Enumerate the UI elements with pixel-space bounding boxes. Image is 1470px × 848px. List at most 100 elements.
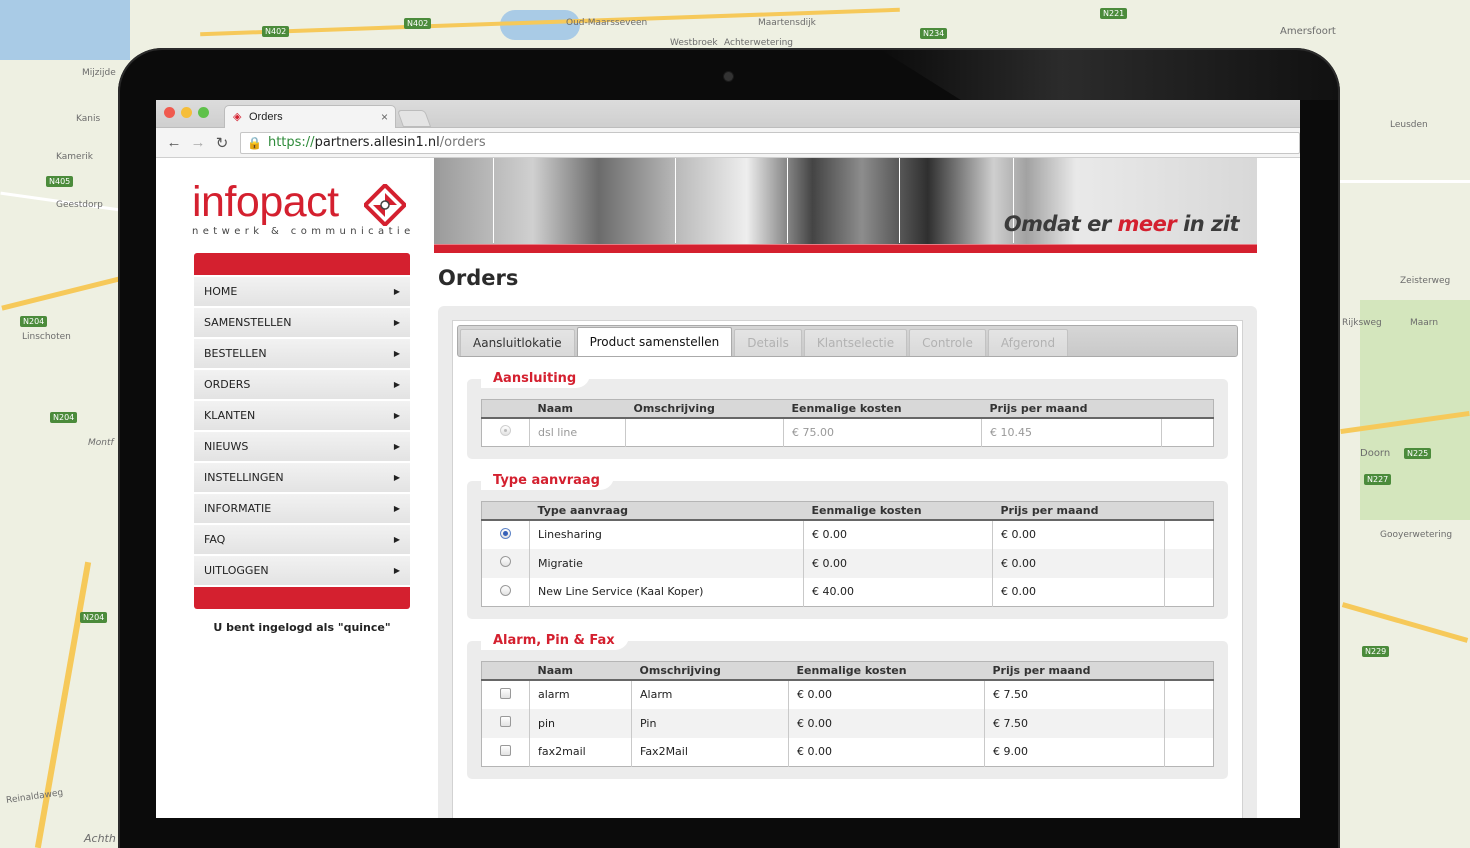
- tab-klantselectie: Klantselectie: [803, 329, 908, 356]
- select-cell: [482, 578, 530, 607]
- close-tab-icon[interactable]: ×: [381, 110, 388, 124]
- checkbox-fax2mail[interactable]: [500, 744, 511, 756]
- table-row[interactable]: pin Pin € 0.00 € 7.50: [481, 708, 1214, 738]
- banner-photo: [434, 158, 494, 243]
- table-row[interactable]: Migratie € 0.00 € 0.00: [481, 548, 1214, 578]
- map-label: Kanis: [76, 114, 101, 124]
- eenmalig-cell: € 75.00: [783, 417, 982, 447]
- empty-cell: [1164, 519, 1214, 549]
- column-header: Prijs per maand: [981, 399, 1162, 419]
- map-label: Zeisterweg: [1400, 276, 1451, 286]
- arrow-right-icon: ▶: [393, 566, 400, 575]
- sidebar-item-label: UITLOGGEN: [204, 564, 269, 577]
- map-water: [0, 0, 130, 60]
- tab-aansluitlokatie[interactable]: Aansluitlokatie: [460, 329, 575, 356]
- radio-button-migratie[interactable]: [500, 556, 511, 567]
- table-row[interactable]: alarm Alarm € 0.00 € 7.50: [482, 679, 1214, 709]
- radio-button-new-line-service[interactable]: [500, 584, 511, 596]
- eenmalig-cell: € 0.00: [788, 679, 985, 709]
- aansluiting-table: Naam Omschrijving Eenmalige kosten Prijs…: [481, 399, 1214, 447]
- arrow-right-icon: ▶: [393, 287, 400, 296]
- logged-in-user-text: U bent ingelogd als "quince": [213, 621, 391, 634]
- radio-button-linesharing[interactable]: [500, 527, 511, 539]
- order-wizard-panel: Aansluitlokatie Product samenstellen Det…: [438, 306, 1257, 818]
- reload-icon[interactable]: ↻: [210, 134, 234, 152]
- browser-tab-orders[interactable]: ◈ Orders ×: [224, 105, 396, 128]
- empty-cell: [1164, 679, 1214, 709]
- table-header-row: Naam Omschrijving Eenmalige kosten Prijs…: [481, 661, 1214, 681]
- section-alarm-pin-fax: Alarm, Pin & Fax Naam Omschrijving Eenma…: [467, 631, 1228, 779]
- radio-button: [500, 425, 511, 437]
- infopact-logo[interactable]: infopact netwerk & communicatie: [192, 180, 416, 237]
- section-type-aanvraag: Type aanvraag Type aanvraag Eenmalige ko…: [467, 471, 1228, 619]
- map-road: [1, 274, 129, 311]
- omschrijving-cell: Alarm: [631, 679, 789, 709]
- road-shield: N402: [404, 18, 432, 29]
- banner-photo: [676, 158, 788, 243]
- table-row[interactable]: fax2mail Fax2Mail € 0.00 € 9.00: [482, 737, 1214, 767]
- maand-cell: € 0.00: [992, 577, 1165, 607]
- column-header: [481, 661, 530, 681]
- table-row[interactable]: Linesharing € 0.00 € 0.00: [482, 519, 1214, 549]
- slogan-text: in zit: [1176, 212, 1239, 236]
- tab-controle: Controle: [909, 329, 986, 356]
- minimize-window-button[interactable]: [181, 107, 192, 118]
- close-window-button[interactable]: [164, 107, 175, 118]
- sidebar-item-bestellen[interactable]: BESTELLEN ▶: [194, 339, 410, 368]
- column-header: [1164, 501, 1214, 521]
- eenmalig-cell: € 0.00: [803, 519, 993, 549]
- slogan-emphasis: meer: [1117, 212, 1177, 236]
- new-tab-button[interactable]: [396, 110, 432, 127]
- sidebar-item-samenstellen[interactable]: SAMENSTELLEN ▶: [194, 308, 410, 337]
- map-label: Mijzijde: [82, 68, 116, 78]
- sidebar-item-nieuws[interactable]: NIEUWS ▶: [194, 432, 410, 461]
- sidebar-item-orders[interactable]: ORDERS ▶: [194, 370, 410, 399]
- sidebar-item-instellingen[interactable]: INSTELLINGEN ▶: [194, 463, 410, 492]
- map-label: Leusden: [1390, 120, 1428, 130]
- section-aansluiting: Aansluiting Naam Omschrijving Eenmalige …: [467, 369, 1228, 459]
- sidebar-menu: HOME ▶ SAMENSTELLEN ▶ BESTELLEN ▶ ORDERS ▶ K…: [194, 253, 410, 634]
- table-row[interactable]: New Line Service (Kaal Koper) € 40.00 € …: [482, 577, 1214, 607]
- forward-arrow-icon[interactable]: →: [186, 134, 210, 151]
- map-label: Montf: [88, 438, 114, 448]
- column-header: Omschrijving: [625, 399, 784, 419]
- sidebar-item-label: NIEUWS: [204, 440, 249, 453]
- tab-product-samenstellen[interactable]: Product samenstellen: [576, 327, 733, 356]
- arrow-right-icon: ▶: [393, 442, 400, 451]
- column-header: [1164, 661, 1214, 681]
- empty-cell: [1161, 417, 1214, 447]
- back-arrow-icon[interactable]: ←: [162, 134, 186, 151]
- naam-cell: fax2mail: [529, 737, 632, 767]
- road-shield: N221: [1100, 8, 1128, 19]
- sidebar-item-klanten[interactable]: KLANTEN ▶: [194, 401, 410, 430]
- checkbox-pin[interactable]: [500, 716, 511, 727]
- padlock-icon: 🔒: [247, 135, 262, 150]
- infopact-diamond-icon: [364, 184, 406, 226]
- naam-cell: alarm: [529, 679, 632, 709]
- select-cell: [482, 520, 530, 549]
- arrow-right-icon: ▶: [393, 473, 400, 482]
- sidebar-item-informatie[interactable]: INFORMATIE ▶: [194, 494, 410, 523]
- road-shield: N405: [46, 176, 74, 187]
- road-shield: N225: [1404, 448, 1432, 459]
- address-bar[interactable]: 🔒 https://partners.allesin1.nl/orders: [240, 131, 1300, 154]
- webcam-icon: [724, 72, 733, 81]
- naam-cell: pin: [529, 708, 632, 738]
- column-header: Eenmalige kosten: [803, 501, 993, 521]
- road-shield: N234: [920, 28, 948, 39]
- column-header: Naam: [529, 399, 626, 419]
- checkbox-alarm[interactable]: [500, 687, 511, 699]
- web-page: infopact netwerk & communicatie Omdat er…: [156, 158, 1300, 818]
- maximize-window-button[interactable]: [198, 107, 209, 118]
- table-row: dsl line € 75.00 € 10.45: [482, 417, 1214, 447]
- arrow-right-icon: ▶: [393, 411, 400, 420]
- sidebar-item-uitloggen[interactable]: UITLOGGEN ▶: [194, 556, 410, 585]
- banner-slogan: Omdat er meer in zit: [1003, 212, 1240, 236]
- sidebar-item-home[interactable]: HOME ▶: [194, 277, 410, 306]
- omschrijving-cell: [625, 417, 784, 447]
- slogan-text: Omdat er: [1003, 212, 1118, 236]
- sidebar-item-faq[interactable]: FAQ ▶: [194, 525, 410, 554]
- sidebar-item-label: FAQ: [204, 533, 226, 546]
- arrow-right-icon: ▶: [393, 504, 400, 513]
- eenmalig-cell: € 0.00: [803, 548, 993, 578]
